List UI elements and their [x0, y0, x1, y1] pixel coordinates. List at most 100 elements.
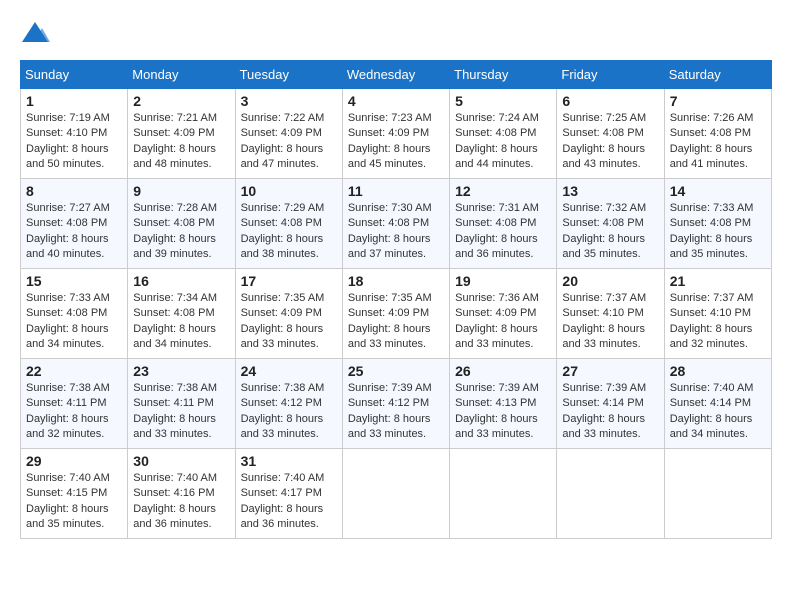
- day-cell-20: 20 Sunrise: 7:37 AMSunset: 4:10 PMDaylig…: [557, 269, 664, 359]
- day-detail: Sunrise: 7:26 AMSunset: 4:08 PMDaylight:…: [670, 112, 754, 170]
- day-detail: Sunrise: 7:34 AMSunset: 4:08 PMDaylight:…: [133, 292, 217, 350]
- header-friday: Friday: [557, 61, 664, 89]
- day-cell-24: 24 Sunrise: 7:38 AMSunset: 4:12 PMDaylig…: [235, 359, 342, 449]
- calendar-week-3: 15 Sunrise: 7:33 AMSunset: 4:08 PMDaylig…: [21, 269, 772, 359]
- day-number: 9: [133, 183, 229, 199]
- day-detail: Sunrise: 7:35 AMSunset: 4:09 PMDaylight:…: [241, 292, 325, 350]
- day-number: 16: [133, 273, 229, 289]
- day-cell-2: 2 Sunrise: 7:21 AMSunset: 4:09 PMDayligh…: [128, 89, 235, 179]
- day-cell-1: 1 Sunrise: 7:19 AMSunset: 4:10 PMDayligh…: [21, 89, 128, 179]
- header-thursday: Thursday: [450, 61, 557, 89]
- day-number: 10: [241, 183, 337, 199]
- day-detail: Sunrise: 7:39 AMSunset: 4:14 PMDaylight:…: [562, 382, 646, 440]
- day-detail: Sunrise: 7:33 AMSunset: 4:08 PMDaylight:…: [670, 202, 754, 260]
- day-cell-3: 3 Sunrise: 7:22 AMSunset: 4:09 PMDayligh…: [235, 89, 342, 179]
- header-saturday: Saturday: [664, 61, 771, 89]
- day-number: 4: [348, 93, 444, 109]
- day-detail: Sunrise: 7:19 AMSunset: 4:10 PMDaylight:…: [26, 112, 110, 170]
- empty-cell: [557, 449, 664, 539]
- day-number: 5: [455, 93, 551, 109]
- day-cell-8: 8 Sunrise: 7:27 AMSunset: 4:08 PMDayligh…: [21, 179, 128, 269]
- day-number: 27: [562, 363, 658, 379]
- day-cell-12: 12 Sunrise: 7:31 AMSunset: 4:08 PMDaylig…: [450, 179, 557, 269]
- day-detail: Sunrise: 7:31 AMSunset: 4:08 PMDaylight:…: [455, 202, 539, 260]
- day-cell-31: 31 Sunrise: 7:40 AMSunset: 4:17 PMDaylig…: [235, 449, 342, 539]
- logo-icon: [20, 20, 50, 50]
- day-number: 23: [133, 363, 229, 379]
- day-cell-22: 22 Sunrise: 7:38 AMSunset: 4:11 PMDaylig…: [21, 359, 128, 449]
- day-cell-17: 17 Sunrise: 7:35 AMSunset: 4:09 PMDaylig…: [235, 269, 342, 359]
- calendar-header-row: SundayMondayTuesdayWednesdayThursdayFrid…: [21, 61, 772, 89]
- day-cell-18: 18 Sunrise: 7:35 AMSunset: 4:09 PMDaylig…: [342, 269, 449, 359]
- day-detail: Sunrise: 7:28 AMSunset: 4:08 PMDaylight:…: [133, 202, 217, 260]
- day-cell-11: 11 Sunrise: 7:30 AMSunset: 4:08 PMDaylig…: [342, 179, 449, 269]
- calendar-week-4: 22 Sunrise: 7:38 AMSunset: 4:11 PMDaylig…: [21, 359, 772, 449]
- day-number: 31: [241, 453, 337, 469]
- day-number: 21: [670, 273, 766, 289]
- day-detail: Sunrise: 7:22 AMSunset: 4:09 PMDaylight:…: [241, 112, 325, 170]
- day-cell-4: 4 Sunrise: 7:23 AMSunset: 4:09 PMDayligh…: [342, 89, 449, 179]
- empty-cell: [450, 449, 557, 539]
- day-detail: Sunrise: 7:38 AMSunset: 4:12 PMDaylight:…: [241, 382, 325, 440]
- day-detail: Sunrise: 7:40 AMSunset: 4:17 PMDaylight:…: [241, 472, 325, 530]
- calendar-week-1: 1 Sunrise: 7:19 AMSunset: 4:10 PMDayligh…: [21, 89, 772, 179]
- day-number: 7: [670, 93, 766, 109]
- day-detail: Sunrise: 7:40 AMSunset: 4:14 PMDaylight:…: [670, 382, 754, 440]
- day-cell-14: 14 Sunrise: 7:33 AMSunset: 4:08 PMDaylig…: [664, 179, 771, 269]
- day-number: 22: [26, 363, 122, 379]
- logo: [20, 20, 54, 50]
- day-cell-27: 27 Sunrise: 7:39 AMSunset: 4:14 PMDaylig…: [557, 359, 664, 449]
- day-number: 13: [562, 183, 658, 199]
- day-number: 17: [241, 273, 337, 289]
- calendar-week-5: 29 Sunrise: 7:40 AMSunset: 4:15 PMDaylig…: [21, 449, 772, 539]
- day-detail: Sunrise: 7:29 AMSunset: 4:08 PMDaylight:…: [241, 202, 325, 260]
- day-cell-21: 21 Sunrise: 7:37 AMSunset: 4:10 PMDaylig…: [664, 269, 771, 359]
- day-number: 2: [133, 93, 229, 109]
- day-number: 11: [348, 183, 444, 199]
- day-number: 24: [241, 363, 337, 379]
- day-cell-28: 28 Sunrise: 7:40 AMSunset: 4:14 PMDaylig…: [664, 359, 771, 449]
- day-cell-7: 7 Sunrise: 7:26 AMSunset: 4:08 PMDayligh…: [664, 89, 771, 179]
- day-detail: Sunrise: 7:30 AMSunset: 4:08 PMDaylight:…: [348, 202, 432, 260]
- day-number: 3: [241, 93, 337, 109]
- day-cell-19: 19 Sunrise: 7:36 AMSunset: 4:09 PMDaylig…: [450, 269, 557, 359]
- calendar-table: SundayMondayTuesdayWednesdayThursdayFrid…: [20, 60, 772, 539]
- day-detail: Sunrise: 7:39 AMSunset: 4:12 PMDaylight:…: [348, 382, 432, 440]
- day-detail: Sunrise: 7:33 AMSunset: 4:08 PMDaylight:…: [26, 292, 110, 350]
- day-cell-13: 13 Sunrise: 7:32 AMSunset: 4:08 PMDaylig…: [557, 179, 664, 269]
- empty-cell: [664, 449, 771, 539]
- day-detail: Sunrise: 7:25 AMSunset: 4:08 PMDaylight:…: [562, 112, 646, 170]
- day-cell-26: 26 Sunrise: 7:39 AMSunset: 4:13 PMDaylig…: [450, 359, 557, 449]
- day-cell-5: 5 Sunrise: 7:24 AMSunset: 4:08 PMDayligh…: [450, 89, 557, 179]
- day-detail: Sunrise: 7:37 AMSunset: 4:10 PMDaylight:…: [562, 292, 646, 350]
- day-detail: Sunrise: 7:23 AMSunset: 4:09 PMDaylight:…: [348, 112, 432, 170]
- day-number: 15: [26, 273, 122, 289]
- day-detail: Sunrise: 7:40 AMSunset: 4:16 PMDaylight:…: [133, 472, 217, 530]
- day-detail: Sunrise: 7:21 AMSunset: 4:09 PMDaylight:…: [133, 112, 217, 170]
- day-detail: Sunrise: 7:36 AMSunset: 4:09 PMDaylight:…: [455, 292, 539, 350]
- header-monday: Monday: [128, 61, 235, 89]
- header-wednesday: Wednesday: [342, 61, 449, 89]
- header-sunday: Sunday: [21, 61, 128, 89]
- day-number: 20: [562, 273, 658, 289]
- day-number: 8: [26, 183, 122, 199]
- page-header: [20, 20, 772, 50]
- day-number: 29: [26, 453, 122, 469]
- day-detail: Sunrise: 7:40 AMSunset: 4:15 PMDaylight:…: [26, 472, 110, 530]
- day-number: 19: [455, 273, 551, 289]
- day-cell-30: 30 Sunrise: 7:40 AMSunset: 4:16 PMDaylig…: [128, 449, 235, 539]
- day-cell-15: 15 Sunrise: 7:33 AMSunset: 4:08 PMDaylig…: [21, 269, 128, 359]
- day-number: 14: [670, 183, 766, 199]
- day-number: 12: [455, 183, 551, 199]
- day-cell-6: 6 Sunrise: 7:25 AMSunset: 4:08 PMDayligh…: [557, 89, 664, 179]
- day-cell-10: 10 Sunrise: 7:29 AMSunset: 4:08 PMDaylig…: [235, 179, 342, 269]
- day-number: 6: [562, 93, 658, 109]
- day-cell-23: 23 Sunrise: 7:38 AMSunset: 4:11 PMDaylig…: [128, 359, 235, 449]
- day-detail: Sunrise: 7:39 AMSunset: 4:13 PMDaylight:…: [455, 382, 539, 440]
- day-cell-9: 9 Sunrise: 7:28 AMSunset: 4:08 PMDayligh…: [128, 179, 235, 269]
- day-number: 28: [670, 363, 766, 379]
- empty-cell: [342, 449, 449, 539]
- day-detail: Sunrise: 7:27 AMSunset: 4:08 PMDaylight:…: [26, 202, 110, 260]
- day-detail: Sunrise: 7:32 AMSunset: 4:08 PMDaylight:…: [562, 202, 646, 260]
- day-cell-29: 29 Sunrise: 7:40 AMSunset: 4:15 PMDaylig…: [21, 449, 128, 539]
